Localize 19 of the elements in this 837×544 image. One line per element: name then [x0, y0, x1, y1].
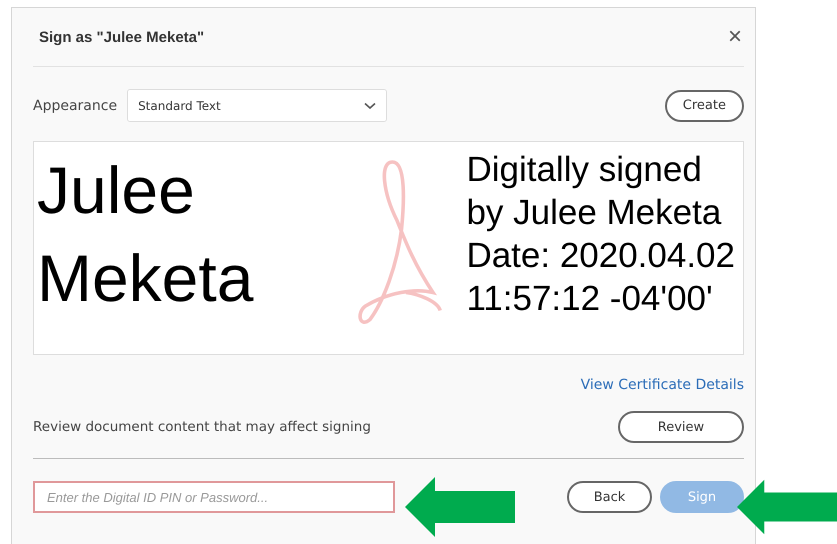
signature-detail: Digitally signed — [466, 149, 703, 191]
signature-name: Meketa — [37, 240, 254, 317]
chevron-down-icon — [364, 102, 376, 110]
arrow-icon — [737, 477, 837, 537]
arrow-icon — [405, 477, 515, 537]
review-button[interactable]: Review — [618, 411, 744, 443]
signature-detail: 11:57:12 -04'00' — [466, 278, 714, 320]
close-button[interactable]: × — [728, 25, 742, 49]
review-message: Review document content that may affect signing — [33, 419, 371, 435]
signature-name: Julee — [37, 152, 196, 229]
create-button[interactable]: Create — [664, 90, 744, 122]
appearance-label: Appearance — [33, 98, 118, 114]
dialog-title: Sign as "Julee Meketa" — [39, 28, 204, 46]
appearance-dropdown[interactable]: Standard Text — [127, 89, 388, 122]
back-button[interactable]: Back — [567, 481, 652, 513]
pin-field[interactable]: Enter the Digital ID PIN or Password... — [33, 481, 395, 513]
signature-detail: by Julee Meketa — [466, 192, 722, 234]
certificate-link[interactable]: View Certificate Details — [580, 377, 744, 393]
signature-detail: Date: 2020.04.02 — [466, 235, 735, 277]
